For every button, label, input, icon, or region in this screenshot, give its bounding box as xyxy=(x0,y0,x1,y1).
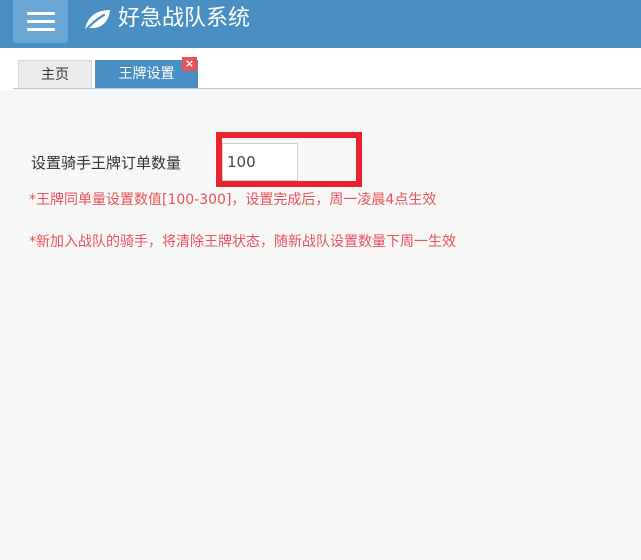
leaf-icon xyxy=(83,10,110,33)
ace-order-count-input[interactable] xyxy=(222,143,298,181)
note-range: *王牌同单量设置数值[100-300]，设置完成后，周一凌晨4点生效 xyxy=(29,192,437,208)
hamburger-menu-icon[interactable] xyxy=(13,0,68,43)
app-title: 好急战队系统 xyxy=(118,6,251,31)
close-icon[interactable]: × xyxy=(182,57,197,71)
note-new-rider: *新加入战队的骑手，将清除王牌状态，随新战队设置数量下周一生效 xyxy=(29,234,456,250)
ace-order-count-label: 设置骑手王牌订单数量 xyxy=(31,154,182,172)
tab-home[interactable]: 主页 xyxy=(18,60,92,88)
app-header: 好急战队系统 xyxy=(0,0,641,48)
